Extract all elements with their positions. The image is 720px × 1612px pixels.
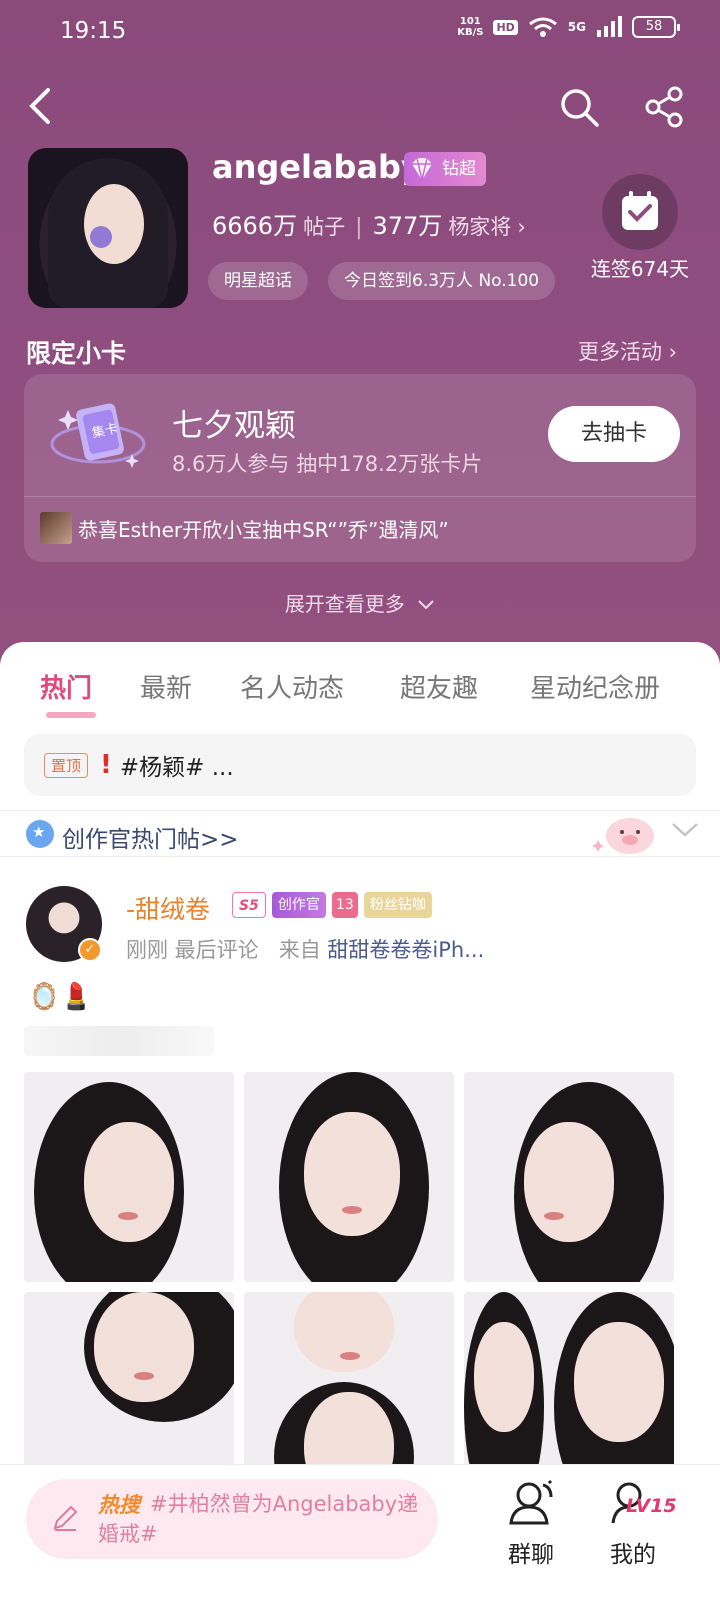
bottom-bar: 热搜 #井柏然曾为Angelababy递婚戒# 群聊 LV15 我的 (0, 1464, 720, 1612)
activity-card[interactable]: 集卡 七夕观颖 8.6万人参与 抽中178.2万张卡片 去抽卡 恭喜Esther… (24, 374, 696, 562)
post-source[interactable]: 甜甜卷卷卷iPh... (327, 938, 484, 962)
status-time: 19:15 (60, 18, 127, 44)
chevron-left-icon (29, 88, 50, 124)
search-icon (561, 89, 599, 127)
topic-stats: 6666万 帖子 | 377万 杨家将 › (212, 206, 526, 241)
gem-level-badge: 13 (331, 892, 358, 918)
creator-hot-posts-label: 创作官热门帖>> (62, 827, 239, 853)
limited-cards-title: 限定小卡 (26, 339, 127, 368)
level-badge: LV15 (626, 1495, 677, 1517)
hot-search-text: #井柏然曾为Angelababy递婚戒# (98, 1492, 419, 1546)
checkin-streak-label: 连签674天 (590, 257, 690, 281)
fans-label[interactable]: 杨家将 (448, 211, 511, 241)
tab-bar: 热门 最新 名人动态 超友趣 星动纪念册 (0, 642, 720, 732)
topic-avatar[interactable] (28, 148, 188, 308)
exclamation-icon: ! (100, 750, 112, 780)
mine-tab[interactable]: LV15 我的 (588, 1479, 678, 1569)
topic-name: angelababy (212, 148, 422, 186)
divider (0, 856, 720, 857)
post-meta: 刚刚 最后评论 来自 甜甜卷卷卷iPh... (126, 938, 485, 962)
posts-count: 6666万 (212, 212, 298, 240)
level-s5-badge: S5 (232, 892, 266, 918)
chevron-right-icon: › (517, 215, 526, 239)
tab-celebrity-updates[interactable]: 名人动态 (240, 668, 344, 705)
diamond-super-badge[interactable]: 钻超 (404, 152, 486, 186)
hd-icon: HD (493, 19, 518, 35)
post-text-blurred (24, 1026, 214, 1056)
group-chat-icon (509, 1479, 553, 1525)
author-badges: S5 创作官 13 粉丝钻咖 (232, 892, 432, 918)
card-collection-icon: 集卡 (50, 403, 146, 468)
checkin-rank-pill[interactable]: 今日签到6.3万人 No.100 (328, 262, 556, 300)
tab-star-album[interactable]: 星动纪念册 (530, 668, 660, 705)
chevron-down-icon[interactable] (670, 820, 700, 840)
chevron-down-icon (418, 600, 434, 610)
photo-2[interactable] (244, 1072, 454, 1282)
fans-count[interactable]: 377万 (373, 206, 443, 241)
draw-card-button[interactable]: 去抽卡 (548, 406, 680, 462)
search-button[interactable] (558, 86, 600, 128)
pig-mascot-icon (592, 818, 654, 854)
back-button[interactable] (22, 86, 62, 126)
status-bar: 19:15 101 KB/S HD 5G 58 (0, 0, 720, 66)
photo-1[interactable] (24, 1072, 234, 1282)
winner-ticker: 恭喜Esther开欣小宝抽中SR“”乔”遇清风” (40, 512, 449, 544)
checkin-button[interactable] (602, 174, 678, 250)
author-name[interactable]: -甜绒卷 (126, 890, 210, 926)
calendar-check-icon (622, 191, 658, 230)
creator-badge: 创作官 (271, 892, 326, 918)
pinned-post[interactable]: 置顶 ! #杨颖# ... (24, 734, 696, 796)
card-subtitle: 8.6万人参与 抽中178.2万张卡片 (172, 452, 483, 476)
star-topic-pill[interactable]: 明星超话 (208, 262, 308, 300)
tab-hot[interactable]: 热门 (40, 668, 92, 705)
wifi-icon (528, 17, 557, 37)
diamond-icon (412, 157, 432, 181)
card-title: 七夕观颖 (172, 408, 296, 444)
share-button[interactable] (644, 86, 686, 128)
hot-search-bar[interactable]: 热搜 #井柏然曾为Angelababy递婚戒# (26, 1479, 438, 1559)
verified-icon: ✓ (78, 938, 102, 962)
star-badge-icon (26, 820, 54, 848)
winner-avatar (40, 512, 72, 544)
share-icon (645, 86, 683, 128)
creator-hot-posts[interactable]: 创作官热门帖>> (26, 806, 706, 866)
signal-icon (597, 16, 622, 37)
photo-3[interactable] (464, 1072, 674, 1282)
posts-label: 帖子 (303, 215, 346, 239)
pinned-text: #杨颖# ... (119, 755, 234, 781)
card-divider (24, 496, 696, 497)
network-speed: 101 KB/S (457, 16, 484, 38)
post-emojis: 🪞💄 (28, 982, 93, 1012)
pinned-badge: 置顶 (44, 752, 89, 778)
fan-badge: 粉丝钻咖 (363, 892, 432, 918)
more-activity-link[interactable]: 更多活动 › (578, 336, 677, 366)
tab-latest[interactable]: 最新 (140, 668, 192, 705)
signal-5g-label: 5G (567, 20, 586, 34)
tab-super-fun[interactable]: 超友趣 (400, 668, 478, 705)
pencil-icon (53, 1505, 78, 1531)
group-chat-tab[interactable]: 群聊 (486, 1479, 576, 1569)
battery-icon: 58 (632, 16, 680, 38)
tab-indicator (46, 712, 96, 718)
status-icons: 101 KB/S HD 5G 58 (457, 16, 680, 38)
expand-more-button[interactable]: 展开查看更多 (0, 588, 720, 617)
